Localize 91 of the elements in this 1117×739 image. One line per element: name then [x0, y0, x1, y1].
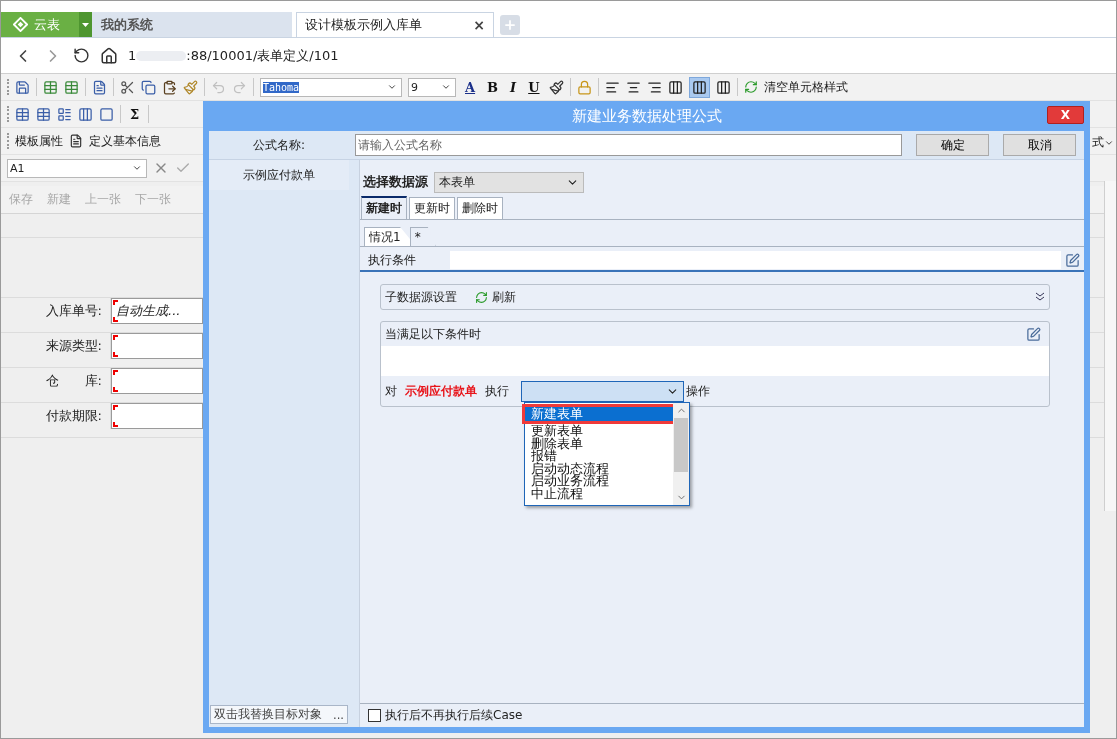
- datasource-label: 选择数据源: [363, 174, 428, 191]
- template-props-button[interactable]: 模板属性: [15, 132, 63, 150]
- event-tab[interactable]: 新建时: [361, 196, 407, 219]
- refresh-icon: [475, 290, 488, 304]
- target-item[interactable]: 示例应付款单: [209, 160, 349, 190]
- operation-select[interactable]: [521, 380, 684, 402]
- caret-icon: [441, 82, 451, 92]
- sheet-icon[interactable]: [43, 79, 58, 95]
- italic-button[interactable]: I: [507, 79, 520, 95]
- paste-icon[interactable]: [162, 79, 177, 95]
- diamond-logo-icon: [13, 17, 28, 32]
- bold-button[interactable]: B: [484, 79, 502, 95]
- app-tab[interactable]: 我的系统: [92, 12, 292, 37]
- form-icon[interactable]: [69, 134, 83, 148]
- reload-icon[interactable]: [73, 47, 90, 64]
- cancel-button[interactable]: 取消: [1003, 134, 1076, 156]
- tab-title: 我的系统: [101, 16, 153, 34]
- form-field[interactable]: [111, 403, 203, 429]
- checkbox-label: 执行后不再执行后续Case: [385, 707, 523, 724]
- clear-style-button[interactable]: 清空单元格样式: [763, 78, 848, 96]
- action-text: 执行: [485, 382, 509, 400]
- case-tab[interactable]: *: [409, 227, 436, 246]
- format-painter-icon[interactable]: [183, 79, 198, 95]
- caret-icon: [132, 163, 142, 173]
- section-title: 子数据源设置: [385, 288, 457, 306]
- caret-icon: [387, 82, 397, 92]
- fill-color-icon[interactable]: [548, 79, 564, 95]
- basic-info-button[interactable]: 定义基本信息: [89, 132, 161, 150]
- event-tab[interactable]: 删除时: [457, 197, 503, 219]
- align-left-icon[interactable]: [604, 79, 620, 95]
- scrollbar-thumb[interactable]: [674, 418, 688, 472]
- dropdown-caret-icon[interactable]: [79, 12, 92, 37]
- field-label: 公式名称:: [251, 136, 306, 154]
- form-field[interactable]: [111, 368, 203, 394]
- underline-button[interactable]: U: [525, 79, 543, 95]
- edit-icon[interactable]: [1026, 326, 1041, 342]
- action-text: 操作: [686, 382, 710, 400]
- dropdown-option[interactable]: 中止流程: [529, 487, 673, 500]
- refresh-icon[interactable]: [743, 80, 758, 94]
- save-icon[interactable]: [15, 79, 30, 95]
- dialog-title: 新建业务数据处理公式: [571, 106, 722, 126]
- align-center-icon[interactable]: [625, 79, 641, 95]
- section-title: 当满足以下条件时: [385, 325, 481, 343]
- columns-icon[interactable]: [78, 106, 93, 122]
- distribute-icon[interactable]: [667, 79, 683, 95]
- form-field[interactable]: 自动生成...: [111, 298, 203, 324]
- dropdown-option[interactable]: 启动动态流程: [529, 462, 673, 475]
- dropdown-option[interactable]: 更新表单: [529, 425, 673, 438]
- event-tab[interactable]: 更新时: [409, 197, 455, 219]
- condition-label: 执行条件: [368, 251, 417, 269]
- condition-field[interactable]: [450, 251, 1061, 269]
- address-text: :88/10001/表单定义/101: [186, 46, 339, 65]
- distribute-icon[interactable]: [688, 76, 710, 98]
- edit-icon[interactable]: [1065, 252, 1080, 268]
- sheet-icon[interactable]: [64, 79, 79, 95]
- dropdown-option[interactable]: 删除表单: [529, 437, 673, 450]
- table-icon[interactable]: [36, 106, 51, 122]
- cell-ref-select[interactable]: A1: [7, 158, 147, 178]
- action-text: 对: [385, 382, 397, 400]
- sum-button[interactable]: Σ: [127, 106, 143, 122]
- align-right-icon[interactable]: [646, 79, 662, 95]
- font-color-button[interactable]: A: [462, 79, 479, 95]
- font-select[interactable]: Tahoma: [260, 77, 402, 97]
- close-button[interactable]: X: [1047, 106, 1084, 124]
- cut-icon[interactable]: [120, 79, 135, 95]
- plus-icon: [503, 18, 517, 32]
- rows-icon[interactable]: [57, 106, 72, 122]
- close-tab-icon[interactable]: ×: [473, 17, 485, 33]
- distribute-icon[interactable]: [715, 79, 731, 95]
- ok-button[interactable]: 确定: [916, 134, 989, 156]
- target-name: 示例应付款单: [405, 382, 477, 400]
- address-text: 1: [128, 48, 137, 63]
- app-tab[interactable]: 设计模板示例入库单 ×: [296, 12, 494, 37]
- collapse-icon[interactable]: [1035, 292, 1045, 302]
- import-icon[interactable]: [92, 79, 107, 95]
- dropdown-option[interactable]: 报错: [529, 450, 673, 463]
- form-field[interactable]: [111, 333, 203, 359]
- field-icon[interactable]: [99, 106, 114, 122]
- formula-name-input[interactable]: 请输入公式名称: [355, 134, 902, 156]
- checkbox[interactable]: [368, 709, 381, 722]
- refresh-button[interactable]: 刷新: [475, 288, 516, 306]
- home-icon[interactable]: [100, 46, 118, 65]
- copy-icon[interactable]: [141, 79, 156, 95]
- dropdown-option[interactable]: 新建表单: [525, 407, 673, 421]
- replace-target-field[interactable]: 双击我替换目标对象 ...: [210, 705, 348, 724]
- datasource-select[interactable]: 本表单: [434, 172, 584, 193]
- table-icon[interactable]: [15, 106, 30, 122]
- dropdown-option[interactable]: 启动业务流程: [529, 475, 673, 488]
- size-select[interactable]: 9: [408, 77, 456, 97]
- toolbar-button-text[interactable]: 式: [1092, 134, 1114, 151]
- tab-title: 设计模板示例入库单: [305, 16, 422, 34]
